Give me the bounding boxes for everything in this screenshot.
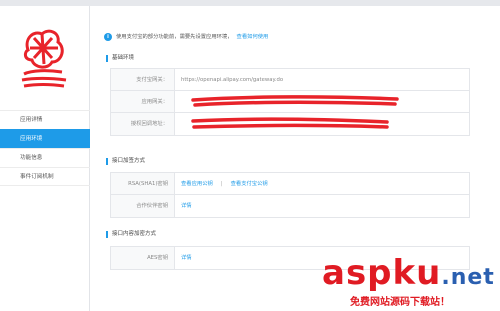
watermark: aspku.net 免费网站源码下载站！: [322, 253, 498, 309]
partner-key-links: 详情: [181, 195, 192, 217]
watermark-brand: aspku: [322, 253, 442, 293]
redaction-mark: [191, 117, 389, 129]
section-title-sign: 接口加签方式: [106, 158, 145, 165]
redaction-mark: [191, 95, 399, 107]
table-row: 应用网关：: [111, 91, 469, 113]
section-title-basic: 基础环境: [106, 55, 134, 62]
gateway-url-value: https://openapi.alipay.com/gateway.do: [181, 77, 284, 83]
view-alipay-public-key-link[interactable]: 查看支付宝公钥: [231, 181, 268, 187]
rsa-links: 查看应用公钥 | 查看支付宝公钥: [181, 173, 268, 195]
table-row: 授权回调地址：: [111, 113, 469, 135]
partner-key-details-link[interactable]: 详情: [181, 203, 192, 209]
watermark-logo: aspku.net: [322, 253, 495, 298]
row-label: AES密钥: [111, 247, 175, 269]
app-logo-scribble: [21, 29, 67, 88]
sidebar: 应用详情 应用环境 功能信息 事件订阅机制: [0, 6, 90, 311]
aes-key-links: 详情: [181, 247, 192, 269]
separator: |: [220, 181, 223, 187]
watermark-tagline: 免费网站源码下载站！: [350, 297, 450, 308]
sidebar-item-event-subscription[interactable]: 事件订阅机制: [0, 167, 90, 186]
row-label: 应用网关：: [111, 91, 175, 112]
how-to-use-link[interactable]: 查看如何使用: [237, 34, 269, 40]
row-label: 支付宝网关：: [111, 69, 175, 90]
aes-key-details-link[interactable]: 详情: [181, 255, 192, 261]
table-row: RSA(SHA1)密钥 查看应用公钥 | 查看支付宝公钥: [111, 173, 469, 195]
table-row: 支付宝网关： https://openapi.alipay.com/gatewa…: [111, 69, 469, 91]
notice-text: 使用支付宝的部分功能前，需要先设置应用环境，: [116, 34, 233, 40]
row-label: 授权回调地址：: [111, 113, 175, 135]
row-label: 合作伙伴密钥: [111, 195, 175, 217]
sidebar-item-app-environment[interactable]: 应用环境: [0, 129, 90, 148]
sidebar-nav: 应用详情 应用环境 功能信息 事件订阅机制: [0, 110, 90, 186]
notice-bar: i 使用支付宝的部分功能前，需要先设置应用环境， 查看如何使用: [104, 32, 268, 41]
sign-method-table: RSA(SHA1)密钥 查看应用公钥 | 查看支付宝公钥 合作伙伴密钥 详情: [110, 172, 470, 218]
basic-environment-table: 支付宝网关： https://openapi.alipay.com/gatewa…: [110, 68, 470, 136]
sidebar-item-function-info[interactable]: 功能信息: [0, 148, 90, 167]
view-app-public-key-link[interactable]: 查看应用公钥: [181, 181, 213, 187]
section-title-encrypt: 接口内容加密方式: [106, 231, 156, 238]
watermark-domain: .net: [441, 265, 495, 290]
table-row: 合作伙伴密钥 详情: [111, 195, 469, 217]
sidebar-item-app-details[interactable]: 应用详情: [0, 110, 90, 129]
info-icon: i: [104, 32, 112, 41]
row-label: RSA(SHA1)密钥: [111, 173, 175, 194]
